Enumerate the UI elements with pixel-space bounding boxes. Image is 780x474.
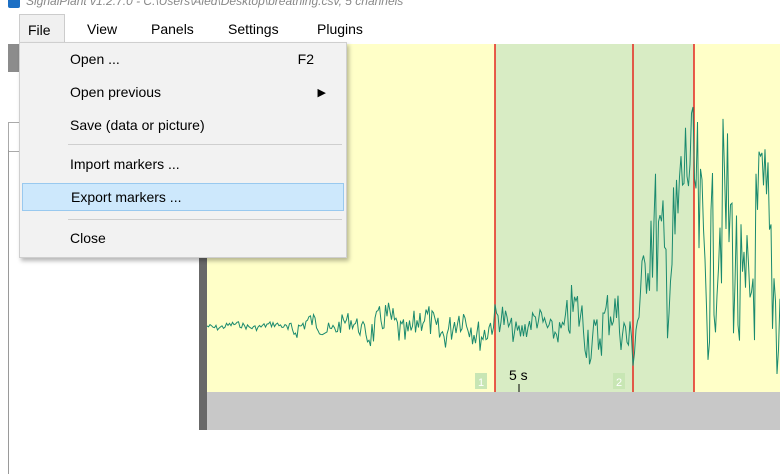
title-bar: SignalPlant v1.2.7.0 - C:\Users\Aled\Des… [0, 0, 780, 14]
window-title: SignalPlant v1.2.7.0 - C:\Users\Aled\Des… [26, 0, 404, 8]
menu-item-export-markers[interactable]: Export markers ... [22, 183, 344, 211]
menu-view[interactable]: View [79, 14, 125, 44]
menu-item-close-label: Close [70, 230, 106, 246]
menu-separator [68, 144, 342, 145]
menu-file[interactable]: File [19, 14, 65, 44]
menu-item-open-shortcut: F2 [297, 51, 314, 67]
menu-item-save-label: Save (data or picture) [70, 117, 205, 133]
menu-plugins[interactable]: Plugins [309, 14, 371, 44]
time-axis-label: 5 s [509, 367, 528, 383]
file-menu-dropdown: Open ... F2 Open previous ▶ Save (data o… [19, 42, 347, 258]
menu-item-export-markers-label: Export markers ... [71, 189, 182, 205]
menu-item-close[interactable]: Close [22, 225, 344, 253]
menu-item-import-markers-label: Import markers ... [70, 156, 180, 172]
menu-separator [68, 219, 342, 220]
menu-item-open-label: Open ... [70, 51, 120, 67]
menu-item-open[interactable]: Open ... F2 [22, 46, 344, 74]
menu-panels[interactable]: Panels [143, 14, 202, 44]
time-scrollbar-area[interactable] [207, 392, 780, 430]
app-icon [8, 0, 20, 8]
menu-item-import-markers[interactable]: Import markers ... [22, 151, 344, 179]
channel-selector[interactable] [8, 122, 19, 152]
menu-bar: File View Panels Settings Plugins [0, 14, 780, 44]
marker-label-2: 2 [616, 377, 622, 389]
menu-settings[interactable]: Settings [220, 14, 287, 44]
menu-item-open-previous-label: Open previous [70, 84, 162, 100]
marker-region-1 [495, 44, 633, 392]
panel-border [8, 150, 9, 474]
submenu-arrow-icon: ▶ [317, 87, 326, 99]
marker-label-1: 1 [478, 377, 484, 389]
menu-item-open-previous[interactable]: Open previous ▶ [22, 79, 344, 107]
menu-item-save[interactable]: Save (data or picture) [22, 112, 344, 140]
